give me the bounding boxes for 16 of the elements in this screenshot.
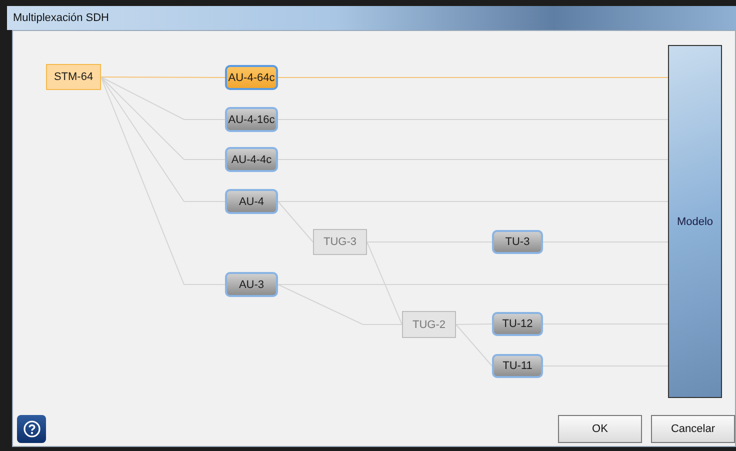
container-node[interactable]: TU-3: [492, 230, 543, 254]
container-node[interactable]: AU-3: [225, 272, 278, 297]
container-node[interactable]: AU-4: [225, 189, 278, 214]
ok-button[interactable]: OK: [558, 415, 642, 443]
container-node[interactable]: TU-12: [492, 312, 543, 336]
group-node[interactable]: TUG-2: [402, 311, 456, 338]
container-node[interactable]: AU-4-4c: [225, 147, 278, 172]
window-title: Multiplexación SDH: [13, 12, 109, 24]
source-node[interactable]: STM-64: [46, 64, 101, 90]
help-icon[interactable]: [17, 415, 46, 443]
group-node[interactable]: TUG-3: [313, 229, 367, 255]
container-node[interactable]: AU-4-16c: [225, 107, 278, 132]
model-bar[interactable]: Modelo: [668, 45, 722, 398]
container-node[interactable]: AU-4-64c: [225, 65, 278, 90]
container-node[interactable]: TU-11: [492, 354, 543, 378]
cancel-button[interactable]: Cancelar: [651, 415, 735, 443]
